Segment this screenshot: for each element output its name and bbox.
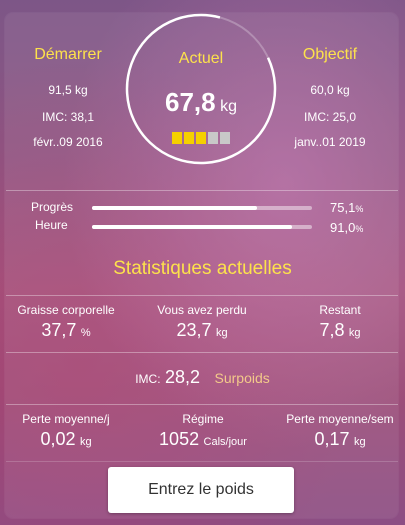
time-unit: % — [355, 224, 364, 234]
level-indicator — [172, 131, 232, 149]
stat-fat-number: 37,7 — [41, 320, 77, 340]
bmi-value: 28,2 — [165, 367, 201, 387]
avg-weekly-unit: kg — [353, 436, 366, 448]
current-weight: 67,8 — [165, 87, 216, 117]
diet-label: Régime — [182, 412, 224, 426]
stat-lost-unit: kg — [215, 327, 228, 339]
avg-weekly-value: 0,17 kg — [277, 429, 403, 450]
bmi-label: IMC: — [135, 372, 161, 386]
time-label: Heure — [35, 218, 68, 232]
bmi-row: IMC: 28,2 Surpoids — [0, 367, 405, 388]
goal-date: janv..01 2019 — [294, 135, 366, 149]
divider — [6, 190, 398, 191]
current-title: Actuel — [178, 50, 224, 67]
stat-lost-label: Vous avez perdu — [157, 303, 247, 317]
goal-title: Objectif — [302, 46, 358, 63]
level-segment — [220, 132, 230, 144]
stat-remaining: Restant 7,8 kg — [278, 303, 402, 341]
current-value: 67,8 kg — [131, 87, 271, 118]
divider — [6, 352, 398, 353]
stat-fat-value: 37,7 % — [4, 320, 128, 341]
stat-remaining-value: 7,8 kg — [278, 320, 402, 341]
goal-weight: 60,0 kg — [310, 83, 350, 97]
stat-lost: Vous avez perdu 23,7 kg — [140, 303, 264, 341]
diet: Régime 1052 Cals/jour — [134, 412, 272, 450]
progress-track — [92, 206, 312, 210]
level-segment — [208, 132, 218, 144]
enter-weight-button[interactable]: Entrez le poids — [108, 467, 294, 513]
time-value: 91,0% — [330, 220, 363, 235]
diet-value: 1052 Cals/jour — [134, 429, 272, 450]
progress-fill — [92, 206, 258, 210]
current-unit: kg — [220, 98, 237, 115]
progress-label: Progrès — [31, 200, 74, 214]
stat-fat-unit: % — [80, 327, 91, 339]
stat-fat-label: Graisse corporelle — [17, 303, 115, 317]
diet-number: 1052 — [159, 429, 200, 449]
stat-remaining-label: Restant — [319, 303, 361, 317]
avg-daily: Perte moyenne/j 0,02 kg — [4, 412, 128, 450]
stats-title: Statistiques actuelles — [113, 258, 292, 279]
start-imc: IMC: 38,1 — [41, 110, 95, 124]
avg-daily-value: 0,02 kg — [4, 429, 128, 450]
avg-daily-number: 0,02 — [40, 429, 76, 449]
progress-unit: % — [355, 204, 364, 214]
divider — [6, 404, 398, 405]
progress-value: 75,1% — [330, 200, 363, 215]
avg-weekly: Perte moyenne/sem 0,17 kg — [277, 412, 403, 450]
start-weight: 91,5 kg — [48, 83, 88, 97]
start-title: Démarrer — [34, 46, 102, 63]
time-fill — [92, 225, 293, 229]
level-segment — [172, 132, 182, 144]
level-segment — [184, 132, 194, 144]
goal-imc: IMC: 25,0 — [303, 110, 357, 124]
start-date: févr..09 2016 — [33, 135, 103, 149]
stat-lost-value: 23,7 kg — [140, 320, 264, 341]
avg-daily-unit: kg — [79, 436, 92, 448]
time-number: 91,0 — [330, 220, 356, 235]
avg-daily-label: Perte moyenne/j — [22, 412, 110, 426]
progress-number: 75,1 — [330, 200, 356, 215]
avg-weekly-number: 0,17 — [314, 429, 350, 449]
stat-lost-number: 23,7 — [176, 320, 212, 340]
stat-remaining-number: 7,8 — [319, 320, 345, 340]
diet-unit: Cals/jour — [203, 436, 247, 448]
time-track — [92, 225, 312, 229]
divider — [6, 461, 398, 462]
divider — [6, 295, 398, 296]
stat-fat: Graisse corporelle 37,7 % — [4, 303, 128, 341]
stat-remaining-unit: kg — [348, 327, 361, 339]
avg-weekly-label: Perte moyenne/sem — [286, 412, 394, 426]
level-segment — [196, 132, 206, 144]
bmi-status: Surpoids — [214, 370, 270, 386]
